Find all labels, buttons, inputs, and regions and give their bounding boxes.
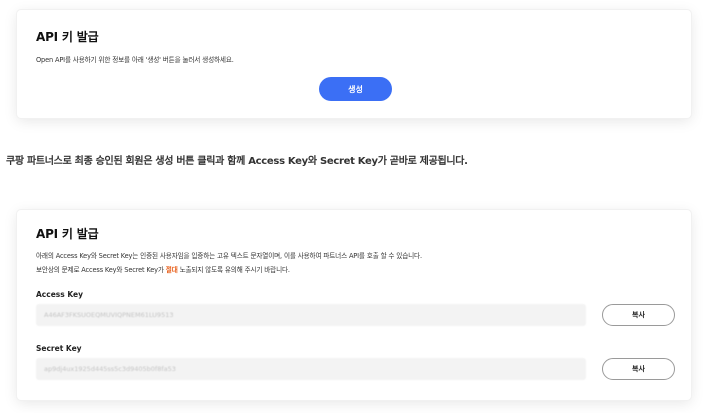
copy-secret-key-button[interactable]: 복사 [602,358,675,380]
secret-key-input[interactable] [36,358,586,380]
copy-access-key-button[interactable]: 복사 [602,304,675,326]
api-key-generate-card: API 키 발급 Open API를 사용하기 위한 정보를 아래 '생성' 버… [17,10,691,118]
section-description: Open API를 사용하기 위한 정보를 아래 '생성' 버튼을 눌러서 생성… [36,56,234,64]
section-title: API 키 발급 [36,30,99,44]
warning-text-before: 보안상의 문제로 Access Key와 Secret Key가 [36,266,166,274]
warning-emphasis: 절대 [165,266,178,274]
secret-key-label: Secret Key [36,344,82,353]
section-title: API 키 발급 [36,227,99,241]
generate-button[interactable]: 생성 [319,77,392,101]
access-key-input[interactable] [36,304,586,326]
api-key-result-card: API 키 발급 아래의 Access Key와 Secret Key는 인증된… [17,210,691,400]
approval-notice: 쿠팡 파트너스로 최종 승인된 회원은 생성 버튼 클릭과 함께 Access … [6,156,468,167]
security-warning: 보안상의 문제로 Access Key와 Secret Key가 절대 노출되지… [36,264,290,274]
access-key-label: Access Key [36,290,83,299]
warning-text-after: 노출되지 않도록 유의해 주시기 바랍니다. [177,266,290,274]
section-description-line1: 아래의 Access Key와 Secret Key는 인증된 사용자임을 입증… [36,252,422,260]
